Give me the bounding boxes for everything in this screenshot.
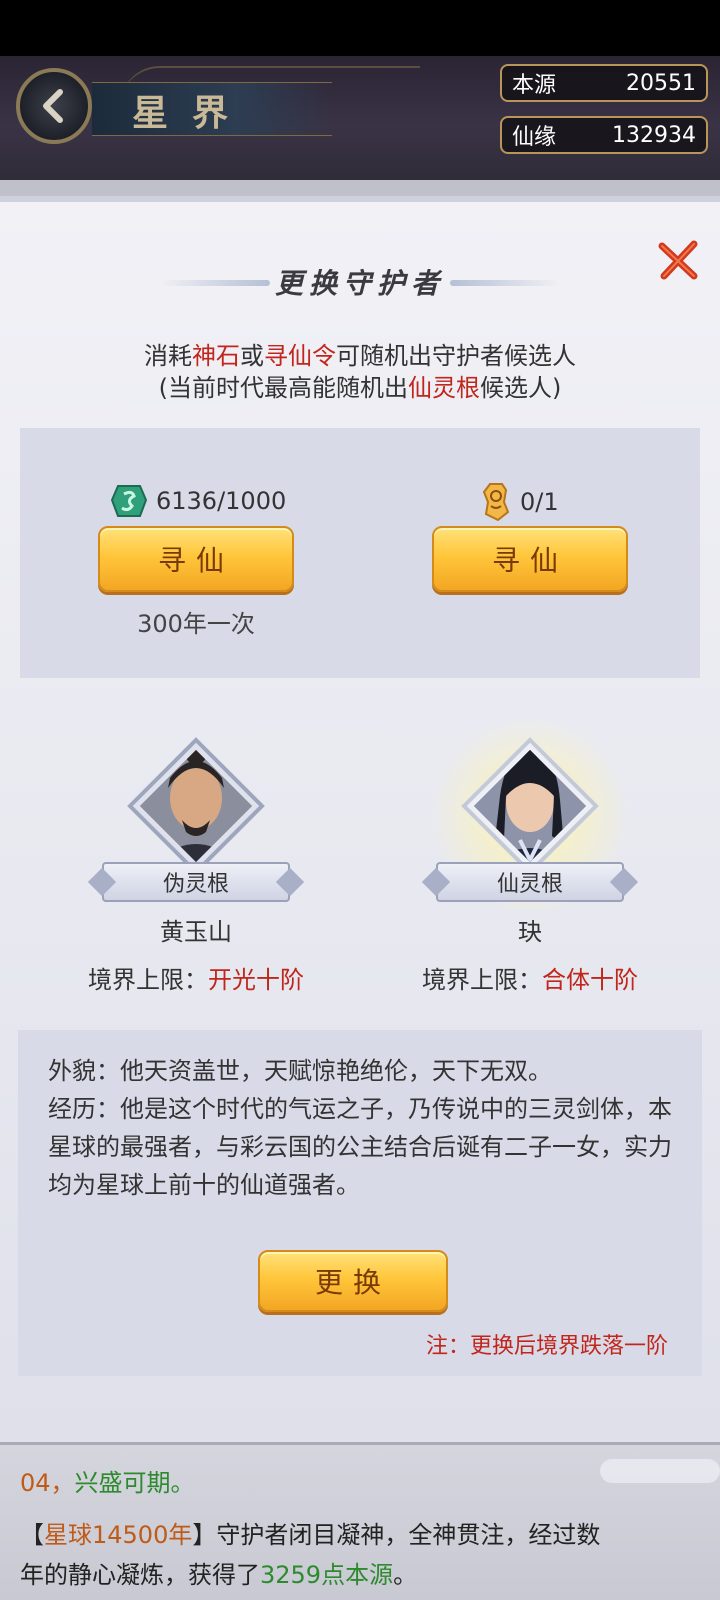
log-text: 守护者闭目凝神，全神贯注，经过数	[216, 1521, 601, 1549]
cost-value: 0/1	[520, 488, 559, 516]
header-divider	[0, 180, 720, 196]
log-text: 年的静心凝炼，获得了	[20, 1561, 260, 1589]
candidate-portrait	[126, 736, 266, 876]
cost-token: 0/1	[480, 482, 559, 522]
desc-text: 或	[240, 342, 264, 370]
desc-highlight: 神石	[192, 342, 240, 370]
log-text: 【	[20, 1521, 44, 1549]
spirit-root-badge: 仙灵根	[436, 862, 624, 902]
bio-text: 外貌：他天资盖世，天赋惊艳绝伦，天下无双。 经历：他是这个时代的气运之子，乃传说…	[48, 1052, 678, 1204]
realm-limit-label: 境界上限：	[88, 966, 208, 994]
chevron-left-icon	[43, 89, 63, 123]
dialog-title-bar: 更换守护者	[160, 254, 560, 310]
candidate-portrait	[460, 736, 600, 876]
resource-benyuan: 本源 20551	[500, 64, 708, 102]
candidate-card-1[interactable]: 伪灵根 黄玉山 境界上限：开光十阶	[86, 736, 306, 996]
recruit-section: 6136/1000 寻仙 300年一次 0/1 寻仙	[20, 428, 700, 678]
title-ornament-right	[450, 280, 560, 286]
realm-limit-label: 境界上限：	[422, 966, 542, 994]
candidate-bio: 外貌：他天资盖世，天赋惊艳绝伦，天下无双。 经历：他是这个时代的气运之子，乃传说…	[18, 1030, 702, 1376]
resource-xianyuan: 仙缘 132934	[500, 116, 708, 154]
close-icon	[658, 240, 698, 280]
back-button[interactable]	[16, 68, 92, 144]
bio-history: 经历：他是这个时代的气运之子，乃传说中的三灵剑体，本星球的最强者，与彩云国的公主…	[48, 1095, 672, 1199]
page-title: 星界	[132, 92, 253, 134]
xunxian-stone-button[interactable]: 寻仙	[98, 526, 294, 592]
log-text: 04，	[20, 1469, 75, 1497]
resource-value: 132934	[612, 122, 696, 148]
change-guardian-dialog: 更换守护者 消耗神石或寻仙令可随机出守护者候选人 (当前时代最高能随机出仙灵根候…	[0, 196, 720, 1442]
swap-note: 注：更换后境界跌落一阶	[425, 1334, 668, 1359]
event-log: 04，兴盛可期。 【星球14500年】守护者闭目凝神，全神贯注，经过数 年的静心…	[0, 1442, 720, 1600]
realm-limit-value: 开光十阶	[208, 966, 304, 994]
log-value: 3259点本源	[260, 1561, 394, 1589]
resource-label: 本源	[512, 73, 557, 98]
resource-value: 20551	[626, 70, 696, 96]
avatar	[461, 737, 599, 875]
desc-text: 消耗	[144, 342, 192, 370]
xunxian-token-button[interactable]: 寻仙	[432, 526, 628, 592]
desc-text: (当前时代最高能随机出	[158, 374, 408, 402]
dialog-title: 更换守护者	[274, 267, 445, 300]
candidate-name: 玦	[518, 918, 542, 946]
swap-button[interactable]: 更换	[258, 1250, 448, 1312]
log-line: 年的静心凝炼，获得了3259点本源。	[20, 1555, 700, 1590]
xunxian-token-icon	[482, 483, 510, 522]
resource-label: 仙缘	[512, 125, 557, 150]
realm-limit: 境界上限：合体十阶	[390, 960, 670, 995]
log-time: 星球14500年	[44, 1521, 193, 1549]
cost-spirit-stone: 6136/1000	[110, 482, 286, 520]
status-bar	[0, 0, 720, 56]
avatar	[127, 737, 265, 875]
cost-value: 6136/1000	[156, 487, 287, 515]
desc-highlight: 仙灵根	[408, 374, 480, 402]
description-line-1: 消耗神石或寻仙令可随机出守护者候选人	[0, 336, 720, 371]
desc-highlight: 寻仙令	[264, 342, 336, 370]
log-text: 兴盛可期。	[74, 1469, 195, 1497]
recruit-frequency: 300年一次	[137, 610, 255, 638]
log-line: 04，兴盛可期。	[20, 1463, 700, 1498]
candidate-card-2[interactable]: 仙灵根 玦 境界上限：合体十阶	[420, 716, 640, 996]
spirit-stone-icon	[110, 485, 148, 517]
bio-appearance: 外貌：他天资盖世，天赋惊艳绝伦，天下无双。	[48, 1057, 552, 1085]
log-line: 【星球14500年】守护者闭目凝神，全神贯注，经过数	[20, 1515, 700, 1550]
log-text: 】	[192, 1521, 217, 1549]
candidate-name: 黄玉山	[160, 918, 232, 946]
close-button[interactable]	[656, 238, 700, 282]
header: 星界 本源 20551 仙缘 132934	[0, 56, 720, 196]
desc-text: 可随机出守护者候选人	[336, 342, 576, 370]
description-line-2: (当前时代最高能随机出仙灵根候选人)	[0, 368, 720, 403]
desc-text: 候选人)	[480, 374, 562, 402]
title-ornament-left	[160, 280, 270, 286]
log-text: 。	[393, 1561, 418, 1589]
spirit-root-badge: 伪灵根	[102, 862, 290, 902]
realm-limit-value: 合体十阶	[542, 966, 638, 994]
realm-limit: 境界上限：开光十阶	[56, 960, 336, 995]
